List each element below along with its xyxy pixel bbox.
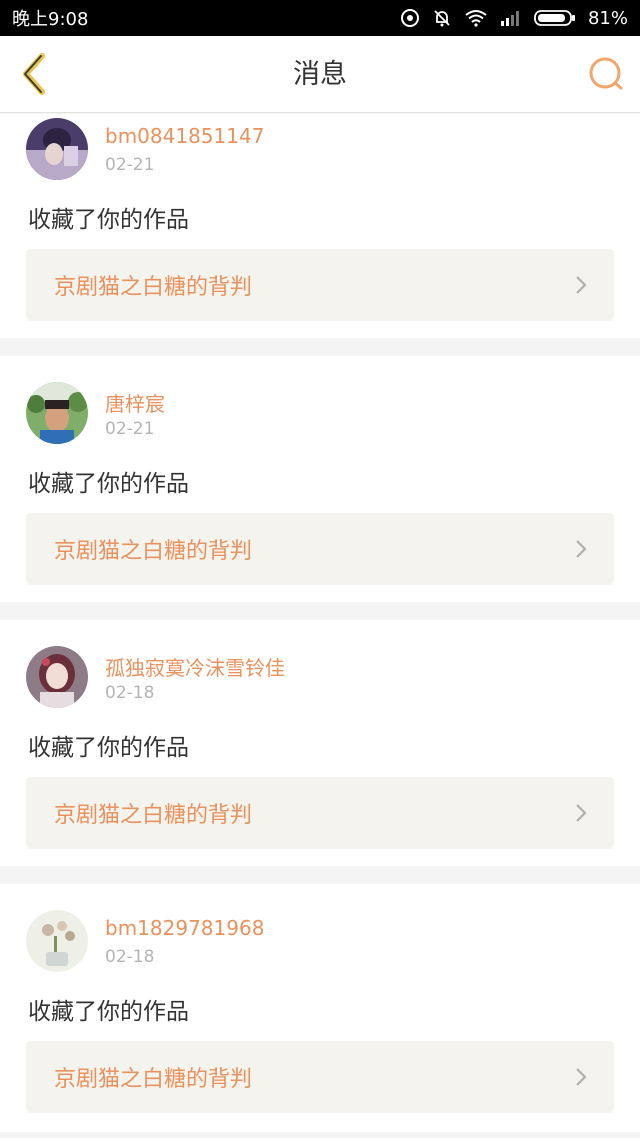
chevron-right-icon <box>576 540 587 558</box>
work-title: 京剧猫之白糖的背判 <box>54 275 253 300</box>
bell-muted-icon <box>432 8 452 28</box>
avatar[interactable] <box>26 910 88 972</box>
status-bar: 晚上9:08 81% <box>0 0 640 36</box>
message-item: 唐梓宸 02-21 收藏了你的作品 京剧猫之白糖的背判 <box>0 356 640 602</box>
search-button[interactable] <box>586 54 626 94</box>
battery-percent: 81% <box>587 7 628 29</box>
work-title: 京剧猫之白糖的背判 <box>54 1067 253 1092</box>
message-date: 02-18 <box>105 683 155 703</box>
username[interactable]: bm1829781968 <box>105 916 264 940</box>
page-title: 消息 <box>293 59 347 90</box>
username[interactable]: 唐梓宸 <box>105 388 165 417</box>
message-item: bm0841851147 02-21 收藏了你的作品 京剧猫之白糖的背判 <box>0 114 640 338</box>
search-icon <box>589 57 623 90</box>
chevron-right-icon <box>576 804 587 822</box>
divider <box>0 602 640 620</box>
work-title: 京剧猫之白糖的背判 <box>54 539 253 564</box>
action-text: 收藏了你的作品 <box>28 735 189 761</box>
divider <box>0 338 640 356</box>
work-link[interactable]: 京剧猫之白糖的背判 <box>26 513 614 585</box>
message-item: 孤独寂寞冷沫雪铃佳 02-18 收藏了你的作品 京剧猫之白糖的背判 <box>0 620 640 866</box>
chevron-left-icon <box>23 53 45 95</box>
avatar[interactable] <box>26 382 88 444</box>
avatar[interactable] <box>26 646 88 708</box>
username[interactable]: bm0841851147 <box>105 124 264 148</box>
wifi-icon <box>464 9 488 27</box>
divider <box>0 866 640 884</box>
username[interactable]: 孤独寂寞冷沫雪铃佳 <box>105 652 285 681</box>
action-text: 收藏了你的作品 <box>28 207 189 233</box>
action-text: 收藏了你的作品 <box>28 471 189 497</box>
battery-icon <box>534 9 576 27</box>
work-link[interactable]: 京剧猫之白糖的背判 <box>26 1041 614 1113</box>
work-title: 京剧猫之白糖的背判 <box>54 803 253 828</box>
back-button[interactable] <box>14 52 54 96</box>
status-time: 晚上9:08 <box>12 9 89 30</box>
navigation-bar: 消息 <box>0 36 640 113</box>
message-date: 02-21 <box>105 419 155 439</box>
message-date: 02-21 <box>105 155 155 175</box>
message-item: bm1829781968 02-18 收藏了你的作品 京剧猫之白糖的背判 <box>0 884 640 1132</box>
work-link[interactable]: 京剧猫之白糖的背判 <box>26 249 614 321</box>
chevron-right-icon <box>576 276 587 294</box>
location-icon <box>400 8 420 28</box>
message-date: 02-18 <box>105 947 155 967</box>
work-link[interactable]: 京剧猫之白糖的背判 <box>26 777 614 849</box>
action-text: 收藏了你的作品 <box>28 999 189 1025</box>
chevron-right-icon <box>576 1068 587 1086</box>
message-list: bm0841851147 02-21 收藏了你的作品 京剧猫之白糖的背判 唐梓宸… <box>0 114 640 1132</box>
signal-icon <box>500 10 522 26</box>
avatar[interactable] <box>26 118 88 180</box>
